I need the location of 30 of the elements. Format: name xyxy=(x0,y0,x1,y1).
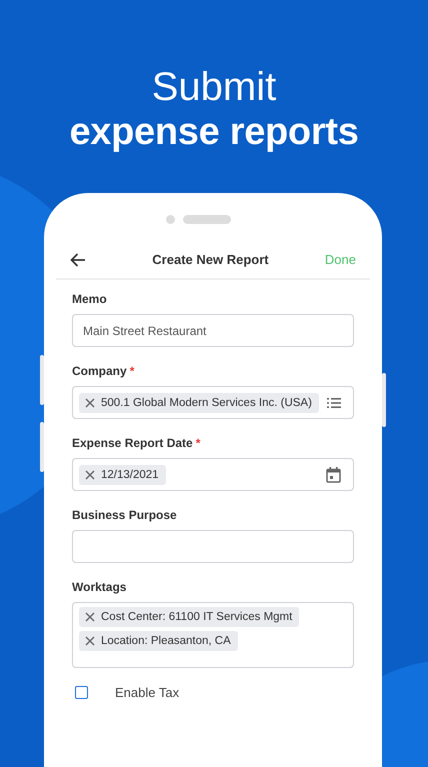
tag-chip[interactable]: Location: Pleasanton, CA xyxy=(79,631,238,651)
text-field[interactable] xyxy=(72,530,354,563)
list-icon[interactable] xyxy=(327,396,341,408)
tag-chip[interactable]: 500.1 Global Modern Services Inc. (USA) xyxy=(79,392,319,412)
field-label: Memo xyxy=(72,292,107,307)
checkbox-label: Enable Tax xyxy=(115,685,180,700)
field-label: Company xyxy=(72,364,127,379)
close-icon[interactable] xyxy=(85,470,95,480)
field-label: Business Purpose xyxy=(72,508,177,523)
checkbox[interactable] xyxy=(75,686,88,699)
tag-chip[interactable]: Cost Center: 61100 IT Services Mgmt xyxy=(79,607,300,627)
close-icon[interactable] xyxy=(85,612,95,622)
required-mark: * xyxy=(196,436,200,451)
text-field[interactable]: Main Street Restaurant xyxy=(72,314,354,347)
headline: Submit xyxy=(150,64,278,110)
field-label: Worktags xyxy=(72,580,126,595)
tag-chip[interactable]: 12/13/2021 xyxy=(79,464,166,484)
tag-field[interactable]: 500.1 Global Modern Services Inc. (USA) xyxy=(72,386,354,419)
back-arrow-icon[interactable] xyxy=(70,252,86,266)
tag-field[interactable]: 12/13/2021 xyxy=(72,458,354,491)
headline: expense reports xyxy=(68,110,360,154)
close-icon[interactable] xyxy=(85,636,95,646)
calendar-icon[interactable] xyxy=(326,466,341,482)
required-mark: * xyxy=(130,364,134,379)
screen-title: Create New Report xyxy=(152,252,269,267)
speaker-grille xyxy=(182,215,230,224)
tag-field[interactable]: Cost Center: 61100 IT Services Mgmt Location: Pleasanton, CA xyxy=(72,602,354,668)
close-icon[interactable] xyxy=(85,398,95,408)
field-label: Expense Report Date xyxy=(72,436,193,451)
camera-dot xyxy=(166,215,174,224)
